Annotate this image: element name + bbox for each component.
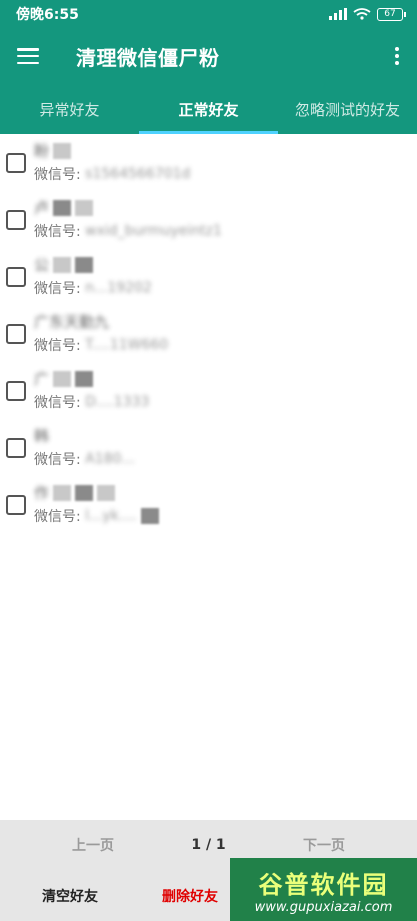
list-item[interactable]: 广东天勤九 微信号: T....11W660 [0,305,417,362]
friend-checkbox[interactable] [6,266,26,287]
app-title: 清理微信僵尸粉 [76,45,220,70]
friend-info: 卢 微信号: wxid_burmuyeintz1 [34,199,222,241]
tab-bar: 异常好友 正常好友 忽略测试的好友 [0,84,417,134]
prev-page-button[interactable]: 上一页 [0,835,186,855]
battery-icon: 67 [377,7,406,21]
friend-list: 盼 微信号: s1564566701d 卢 微信号: wxid_burmuyei… [0,134,417,533]
friend-name: 作 [34,484,159,502]
list-item[interactable]: 卢 微信号: wxid_burmuyeintz1 [0,191,417,248]
friend-info: 盼 微信号: s1564566701d [34,142,190,184]
watermark-url: www.gupuxiazai.com [254,899,393,915]
friend-checkbox[interactable] [6,380,26,401]
list-item[interactable]: 盼 微信号: s1564566701d [0,134,417,191]
list-item[interactable]: 作 微信号: l...yk.... [0,476,417,533]
app-bar: 清理微信僵尸粉 [0,28,417,84]
friend-wechat-id: 微信号: s1564566701d [34,165,191,183]
friend-name: 韩 [34,427,50,445]
list-item[interactable]: 公 微信号: n...19202 [0,248,417,305]
friend-name: 卢 [34,199,222,217]
signal-icon [329,8,347,20]
status-time: 傍晚6:55 [16,7,79,23]
watermark-logo: 谷普软件园 [258,870,389,899]
friend-name: 公 [34,256,152,274]
friend-wechat-id: 微信号: n...19202 [34,279,152,297]
friend-info: 公 微信号: n...19202 [34,256,152,298]
tab-ignored-friends[interactable]: 忽略测试的好友 [278,84,417,134]
status-icons: 67 [329,7,406,21]
friend-info: 广 微信号: D....1333 [34,370,149,412]
friend-checkbox[interactable] [6,494,26,515]
clear-friends-button[interactable]: 清空好友 [0,886,140,906]
friend-checkbox[interactable] [6,437,26,458]
friend-checkbox[interactable] [6,209,26,230]
friend-info: 作 微信号: l...yk.... [34,484,159,526]
friend-info: 韩 微信号: A180... [34,427,135,469]
tab-normal-friends[interactable]: 正常好友 [139,84,278,134]
list-item[interactable]: 韩 微信号: A180... [0,419,417,476]
friend-name: 广 [34,370,149,388]
friend-info: 广东天勤九 微信号: T....11W660 [34,313,168,355]
menu-icon[interactable] [0,28,56,84]
more-options-icon[interactable] [377,28,417,84]
watermark: 谷普软件园 www.gupuxiazai.com [230,858,417,921]
friend-checkbox[interactable] [6,323,26,344]
friend-name: 广东天勤九 [34,313,110,331]
friend-wechat-id: 微信号: A180... [34,450,135,468]
list-item[interactable]: 广 微信号: D....1333 [0,362,417,419]
page-indicator: 1 / 1 [191,837,226,853]
friend-wechat-id: 微信号: l...yk.... [34,506,159,526]
tab-abnormal-friends[interactable]: 异常好友 [0,84,139,134]
friend-wechat-id: 微信号: wxid_burmuyeintz1 [34,222,222,240]
status-bar: 傍晚6:55 67 [0,0,417,28]
friend-name: 盼 [34,142,190,160]
wifi-icon [353,8,371,20]
friend-wechat-id: 微信号: T....11W660 [34,336,169,354]
friend-wechat-id: 微信号: D....1333 [34,393,150,411]
delete-friends-button[interactable]: 删除好友 [140,886,240,906]
friend-checkbox[interactable] [6,152,26,173]
next-page-button[interactable]: 下一页 [231,835,417,855]
